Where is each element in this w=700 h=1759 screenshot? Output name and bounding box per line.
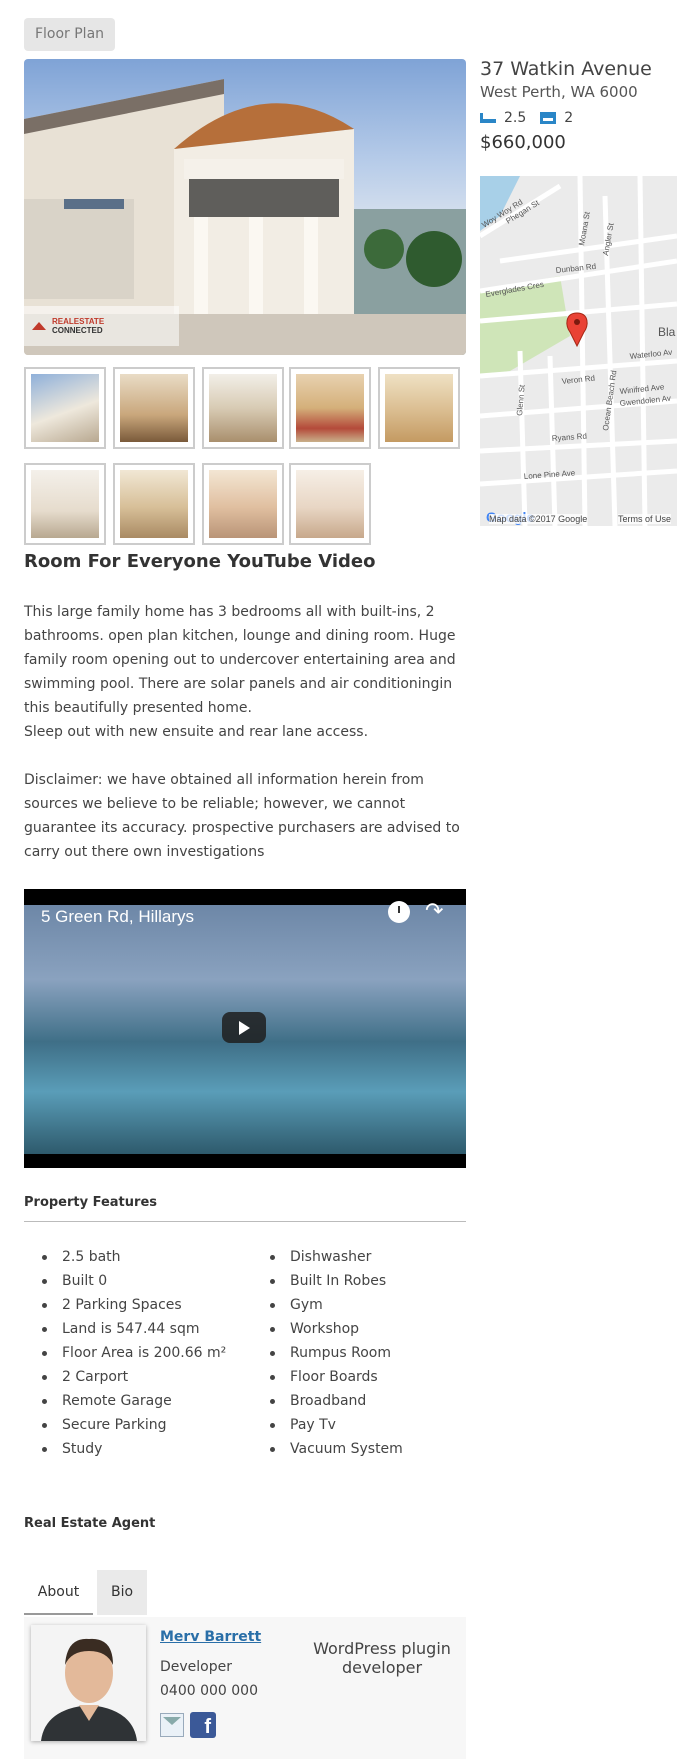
- map-terms-link[interactable]: Terms of Use: [617, 514, 671, 524]
- thumbnail[interactable]: [378, 367, 460, 449]
- feature-item: Dishwasher: [270, 1245, 403, 1269]
- feature-item: Remote Garage: [42, 1389, 226, 1413]
- email-icon[interactable]: [160, 1713, 184, 1737]
- feature-item: 2.5 bath: [42, 1245, 226, 1269]
- agent-bio: WordPress plugin developer: [313, 1639, 451, 1677]
- agent-photo: [31, 1625, 146, 1741]
- listing-address: 37 Watkin Avenue: [480, 58, 652, 80]
- facebook-icon[interactable]: f: [190, 1712, 216, 1738]
- map-label: Bla: [658, 325, 676, 339]
- description-paragraph: Sleep out with new ensuite and rear lane…: [24, 724, 369, 740]
- agent-name-link[interactable]: Merv Barrett: [160, 1629, 261, 1645]
- feature-item: Pay Tv: [270, 1413, 403, 1437]
- tab-bio[interactable]: Bio: [97, 1570, 147, 1615]
- thumbnail[interactable]: [113, 367, 195, 449]
- thumbnail[interactable]: [202, 463, 284, 545]
- bed-count: 2: [564, 110, 574, 126]
- listing-summary: 37 Watkin Avenue West Perth, WA 6000 2.5…: [480, 56, 690, 153]
- property-description: This large family home has 3 bedrooms al…: [24, 600, 466, 864]
- video-caption[interactable]: 5 Green Rd, Hillarys: [41, 907, 194, 927]
- roof-icon: [32, 322, 46, 330]
- main-property-photo[interactable]: REALESTATE CONNECTED: [24, 59, 466, 355]
- watch-later-icon[interactable]: [388, 901, 410, 923]
- thumbnail[interactable]: [202, 367, 284, 449]
- features-list-right: Dishwasher Built In Robes Gym Workshop R…: [270, 1245, 403, 1461]
- listing-suburb: West Perth, WA 6000: [480, 83, 638, 101]
- feature-item: Broadband: [270, 1389, 403, 1413]
- bath-count: 2.5: [504, 110, 527, 126]
- agency-logo-text: REALESTATE CONNECTED: [52, 317, 105, 335]
- agency-logo: REALESTATE CONNECTED: [24, 306, 179, 346]
- play-button[interactable]: [222, 1012, 266, 1043]
- location-map[interactable]: Woy Woy Rd Phegan St Moana St Angler St …: [480, 176, 677, 526]
- feature-item: Floor Boards: [270, 1365, 403, 1389]
- video-section-title: Room For Everyone YouTube Video: [24, 551, 376, 572]
- map-footer: Google Map data ©2017 Google Terms of Us…: [480, 509, 677, 526]
- bath-icon: [480, 113, 496, 123]
- feature-item: Built 0: [42, 1269, 226, 1293]
- agent-portrait: [31, 1625, 146, 1741]
- feature-item: 2 Parking Spaces: [42, 1293, 226, 1317]
- feature-item: Secure Parking: [42, 1413, 226, 1437]
- feature-item: Study: [42, 1437, 226, 1461]
- feature-item: Rumpus Room: [270, 1341, 403, 1365]
- feature-item: 2 Carport: [42, 1365, 226, 1389]
- thumbnail[interactable]: [113, 463, 195, 545]
- map-data-attribution: Map data ©2017 Google: [489, 514, 588, 524]
- features-divider: [24, 1221, 466, 1222]
- description-paragraph: Disclaimer: we have obtained all informa…: [24, 772, 460, 860]
- feature-item: Gym: [270, 1293, 403, 1317]
- youtube-video-player[interactable]: 5 Green Rd, Hillarys ↷: [24, 889, 466, 1168]
- features-list-left: 2.5 bath Built 0 2 Parking Spaces Land i…: [42, 1245, 226, 1461]
- listing-rooms: 2.5 2: [480, 110, 690, 126]
- map-roads: Woy Woy Rd Phegan St Moana St Angler St …: [480, 176, 677, 526]
- agent-card: Merv Barrett Developer 0400 000 000 f Wo…: [24, 1617, 466, 1759]
- feature-item: Land is 547.44 sqm: [42, 1317, 226, 1341]
- share-icon[interactable]: ↷: [425, 899, 443, 924]
- feature-item: Built In Robes: [270, 1269, 403, 1293]
- thumbnail[interactable]: [289, 463, 371, 545]
- thumbnail[interactable]: [24, 367, 106, 449]
- floor-plan-button[interactable]: Floor Plan: [24, 18, 115, 51]
- thumbnail[interactable]: [289, 367, 371, 449]
- listing-price: $660,000: [480, 132, 566, 153]
- agent-phone: 0400 000 000: [160, 1683, 258, 1699]
- agent-section-title: Real Estate Agent: [24, 1516, 156, 1531]
- feature-item: Floor Area is 200.66 m²: [42, 1341, 226, 1365]
- agent-role: Developer: [160, 1659, 233, 1675]
- thumbnail[interactable]: [24, 463, 106, 545]
- features-title: Property Features: [24, 1195, 157, 1210]
- description-paragraph: This large family home has 3 bedrooms al…: [24, 604, 456, 716]
- feature-item: Vacuum System: [270, 1437, 403, 1461]
- tab-about[interactable]: About: [24, 1570, 93, 1615]
- feature-item: Workshop: [270, 1317, 403, 1341]
- bed-icon: [540, 112, 557, 124]
